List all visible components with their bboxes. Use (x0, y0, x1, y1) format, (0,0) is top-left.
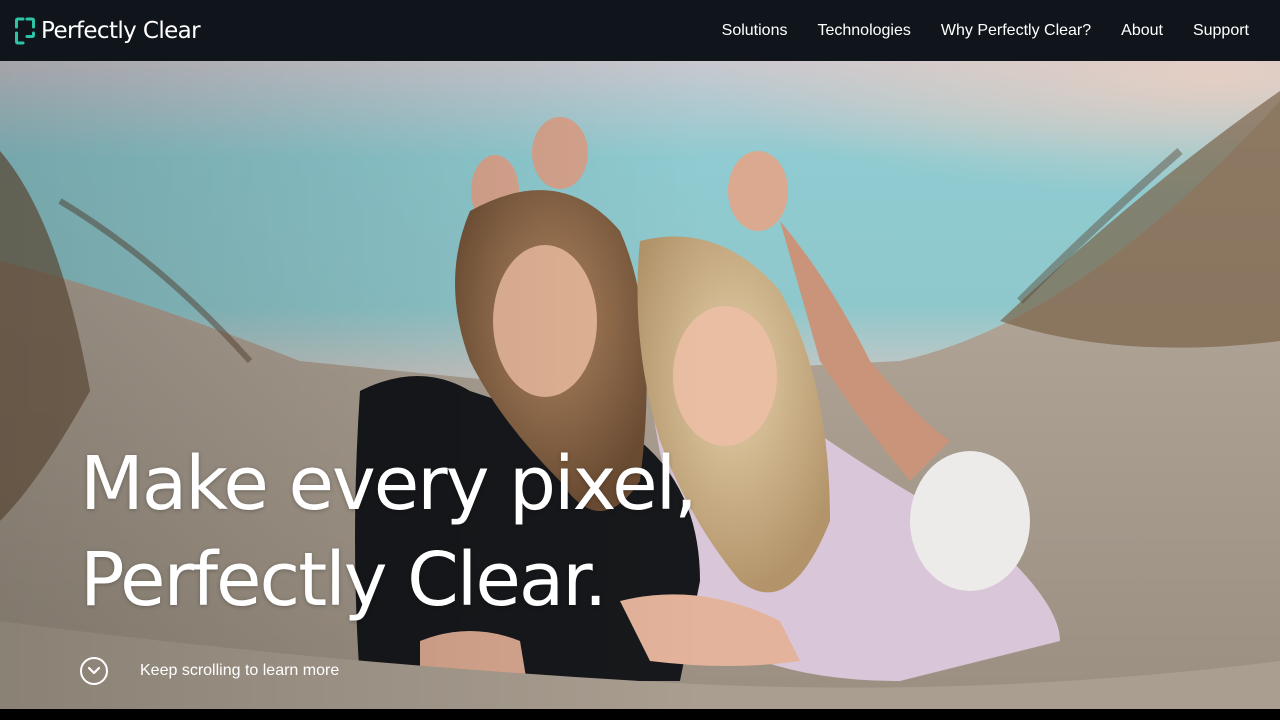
site-logo[interactable]: Perfectly Clear (15, 17, 201, 45)
chevron-down-icon[interactable] (80, 657, 108, 685)
headline-line-2: Perfectly Clear. (80, 537, 607, 623)
scroll-label[interactable]: Keep scrolling to learn more (140, 662, 339, 680)
nav-about[interactable]: About (1121, 22, 1163, 40)
brand-name: Perfectly Clear (41, 18, 201, 44)
hero-section: Make every pixel, Perfectly Clear. Keep … (0, 61, 1280, 709)
nav-support[interactable]: Support (1193, 22, 1249, 40)
scroll-down-link[interactable]: Keep scrolling to learn more (80, 657, 339, 685)
main-nav: Solutions Technologies Why Perfectly Cle… (692, 0, 1249, 61)
hero-headline: Make every pixel, Perfectly Clear. (80, 436, 698, 628)
bottom-edge (0, 709, 1280, 720)
top-navbar: Perfectly Clear Solutions Technologies W… (0, 0, 1280, 61)
bracket-logo-icon (15, 17, 35, 45)
nav-why-perfectly-clear[interactable]: Why Perfectly Clear? (941, 22, 1091, 40)
nav-solutions[interactable]: Solutions (722, 22, 788, 40)
nav-technologies[interactable]: Technologies (817, 22, 910, 40)
headline-line-1: Make every pixel, (80, 441, 698, 527)
